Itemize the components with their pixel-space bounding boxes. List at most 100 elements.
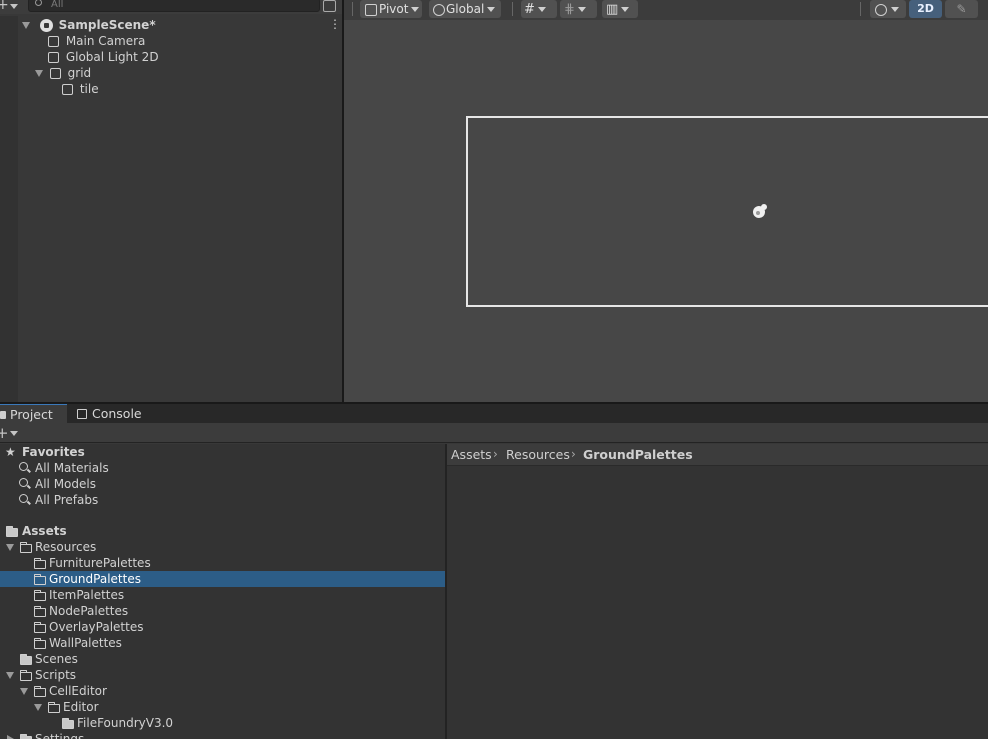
shading-icon bbox=[875, 3, 887, 16]
favorites-header[interactable]: ★ Favorites bbox=[0, 444, 445, 460]
scene-view[interactable]: Pivot Global # ⋕ ▥ 2D ✎ bbox=[344, 0, 988, 402]
console-icon bbox=[77, 409, 87, 419]
folder-editor[interactable]: Editor bbox=[0, 699, 445, 715]
folder-open-icon bbox=[48, 702, 60, 713]
project-toolbar: + bbox=[0, 423, 988, 443]
chevron-right-icon: › bbox=[571, 447, 576, 461]
hierarchy-item-main-camera[interactable]: Main Camera bbox=[48, 33, 145, 49]
expand-arrow-icon[interactable] bbox=[34, 704, 42, 711]
breadcrumb: Assets › Resources › GroundPalettes bbox=[447, 444, 988, 466]
toolbar-separator bbox=[512, 2, 513, 16]
folder-node-palettes[interactable]: NodePalettes bbox=[0, 603, 445, 619]
pivot-dropdown[interactable]: Pivot bbox=[360, 0, 422, 18]
folder-wall-palettes[interactable]: WallPalettes bbox=[0, 635, 445, 651]
chevron-down-icon bbox=[10, 4, 18, 9]
breadcrumb-item[interactable]: Resources bbox=[506, 444, 570, 465]
favorite-item[interactable]: All Materials bbox=[0, 460, 445, 476]
gameobject-icon bbox=[62, 84, 73, 95]
draw-mode-dropdown[interactable] bbox=[870, 0, 906, 18]
favorite-item[interactable]: All Prefabs bbox=[0, 492, 445, 508]
lighting-toggle-button[interactable]: ✎ bbox=[945, 0, 978, 18]
collapse-arrow-icon[interactable] bbox=[7, 735, 14, 739]
folder-label: Scenes bbox=[35, 652, 78, 666]
breadcrumb-item-current[interactable]: GroundPalettes bbox=[583, 444, 693, 465]
folder-tree: ★ Favorites All Materials All Models All… bbox=[0, 444, 445, 739]
folder-item-palettes[interactable]: ItemPalettes bbox=[0, 587, 445, 603]
hierarchy-item-grid[interactable]: grid bbox=[35, 65, 91, 81]
pivot-label: Pivot bbox=[379, 2, 409, 16]
grid-snap-button[interactable]: # bbox=[521, 0, 557, 18]
expand-arrow-icon[interactable] bbox=[22, 22, 30, 29]
search-icon bbox=[19, 478, 28, 487]
expand-arrow-icon[interactable] bbox=[20, 688, 28, 695]
toolbar-separator bbox=[860, 2, 861, 16]
hierarchy-item-label: Global Light 2D bbox=[65, 50, 159, 64]
folder-icon bbox=[34, 558, 46, 569]
folder-overlay-palettes[interactable]: OverlayPalettes bbox=[0, 619, 445, 635]
tab-label: Console bbox=[92, 406, 142, 421]
folder-resources[interactable]: Resources bbox=[0, 539, 445, 555]
tab-project[interactable]: Project bbox=[0, 404, 67, 423]
assets-root[interactable]: Assets bbox=[0, 523, 445, 539]
search-icon bbox=[35, 0, 42, 6]
global-dropdown[interactable]: Global bbox=[429, 0, 501, 18]
folder-icon bbox=[34, 638, 46, 649]
scene-name: SampleScene* bbox=[58, 18, 156, 32]
snap-grid-icon: ⋕ bbox=[564, 1, 575, 17]
scene-menu-icon[interactable]: ⋮ bbox=[329, 18, 341, 30]
folder-icon bbox=[20, 654, 32, 665]
folder-scripts[interactable]: Scripts bbox=[0, 667, 445, 683]
folder-open-icon bbox=[20, 542, 32, 553]
expand-arrow-icon[interactable] bbox=[6, 672, 14, 679]
toggle-2d-button[interactable]: 2D bbox=[909, 0, 942, 18]
create-dropdown-button[interactable]: + bbox=[0, 0, 20, 14]
search-placeholder: All bbox=[51, 0, 64, 10]
chevron-down-icon bbox=[411, 7, 420, 12]
search-options-icon[interactable] bbox=[323, 0, 336, 12]
folder-open-icon bbox=[20, 670, 32, 681]
folder-furniture-palettes[interactable]: FurniturePalettes bbox=[0, 555, 445, 571]
favorite-label: All Models bbox=[35, 477, 96, 491]
hierarchy-item-tile[interactable]: tile bbox=[62, 81, 99, 97]
folder-label: FurniturePalettes bbox=[49, 556, 151, 570]
favorite-item[interactable]: All Models bbox=[0, 476, 445, 492]
grid-icon: # bbox=[524, 1, 535, 17]
folder-label: GroundPalettes bbox=[49, 572, 141, 586]
tab-console[interactable]: Console bbox=[73, 404, 153, 423]
folder-settings[interactable]: Settings bbox=[0, 731, 445, 739]
hierarchy-search-input[interactable]: All bbox=[28, 0, 320, 12]
toolbar-separator bbox=[352, 2, 353, 16]
light-gizmo-icon[interactable] bbox=[751, 202, 769, 220]
expand-arrow-icon[interactable] bbox=[35, 70, 43, 77]
hierarchy-panel: + All SampleScene* ⋮ Main Camera Global … bbox=[0, 0, 342, 402]
folder-icon bbox=[0, 411, 6, 419]
hierarchy-gutter bbox=[0, 16, 18, 402]
folder-label: OverlayPalettes bbox=[49, 620, 144, 634]
expand-arrow-icon[interactable] bbox=[6, 544, 14, 551]
chevron-down-icon bbox=[621, 7, 630, 12]
scene-toolbar: Pivot Global # ⋕ ▥ 2D ✎ bbox=[344, 0, 988, 20]
folder-ground-palettes[interactable]: GroundPalettes bbox=[0, 571, 445, 587]
scene-root-row[interactable]: SampleScene* bbox=[22, 17, 156, 33]
folder-label: Editor bbox=[63, 700, 99, 714]
plus-icon: + bbox=[0, 424, 9, 442]
folder-label: NodePalettes bbox=[49, 604, 129, 618]
favorites-label: Favorites bbox=[22, 445, 85, 459]
increment-snap-button[interactable]: ⋕ bbox=[560, 0, 597, 18]
asset-content-area[interactable]: Assets › Resources › GroundPalettes bbox=[447, 444, 988, 739]
folder-label: WallPalettes bbox=[49, 636, 122, 650]
ruler-snap-button[interactable]: ▥ bbox=[602, 0, 638, 18]
folder-scenes[interactable]: Scenes bbox=[0, 651, 445, 667]
folder-cell-editor[interactable]: CellEditor bbox=[0, 683, 445, 699]
folder-icon bbox=[6, 526, 18, 537]
hierarchy-item-global-light[interactable]: Global Light 2D bbox=[48, 49, 159, 65]
hierarchy-item-label: grid bbox=[67, 66, 92, 80]
hierarchy-toolbar: + All bbox=[0, 0, 342, 14]
folder-icon bbox=[34, 622, 46, 633]
globe-icon bbox=[433, 3, 445, 16]
folder-icon bbox=[34, 574, 46, 585]
search-icon bbox=[19, 462, 28, 471]
folder-file-foundry[interactable]: FileFoundryV3.0 bbox=[0, 715, 445, 731]
breadcrumb-item[interactable]: Assets bbox=[451, 444, 492, 465]
folder-label: CellEditor bbox=[49, 684, 107, 698]
